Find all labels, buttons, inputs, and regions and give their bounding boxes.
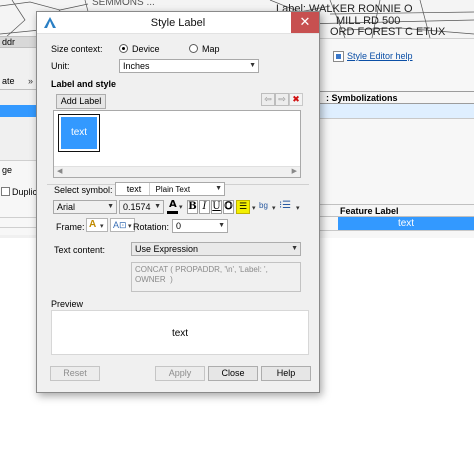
map-label: ORD FOREST C ETUX	[330, 26, 446, 38]
duplicate-icon[interactable]	[1, 187, 10, 196]
preview-label: Preview	[51, 299, 84, 309]
font-color-swatch	[167, 211, 178, 214]
size-context-map-radio[interactable]	[189, 44, 198, 53]
line-spacing-icon[interactable]: ⁝☰	[279, 200, 291, 211]
unit-label: Unit:	[51, 61, 70, 71]
divider	[320, 118, 474, 119]
preview-text: text	[171, 328, 189, 339]
style-editor-help-link[interactable]: Style Editor help	[347, 51, 413, 61]
outline-button[interactable]: O	[223, 200, 234, 214]
chevron-down-icon[interactable]: ▾	[296, 204, 300, 212]
dialog-title: Style Label	[150, 17, 206, 29]
help-book-icon	[333, 51, 344, 62]
duplicate-button-label[interactable]: Duplic	[12, 187, 37, 197]
chevron-down-icon: ▼	[154, 203, 161, 210]
align-center-icon[interactable]: ☰	[236, 200, 250, 214]
preview-area: text	[51, 310, 309, 355]
font-color-picker[interactable]: A ▾	[166, 199, 183, 215]
feature-label-value[interactable]: text	[338, 217, 474, 230]
scroll-right-icon[interactable]: ▶	[292, 167, 297, 177]
left-tab[interactable]: ddr	[0, 36, 36, 48]
frame-color-picker[interactable]: A ▾	[86, 218, 108, 232]
divider	[320, 38, 474, 39]
chevron-down-icon: ▼	[291, 245, 298, 252]
label-thumbnail[interactable]: text	[58, 114, 100, 152]
unit-select[interactable]: Inches ▼	[119, 59, 259, 73]
style-label-dialog: Style Label ✕ Size context: Device Map U…	[36, 11, 320, 393]
left-panel-item: ge	[2, 165, 13, 175]
chevron-down-icon: ▼	[215, 185, 222, 192]
map-label: SEMMONS ...	[92, 0, 155, 8]
feature-label-header: Feature Label	[320, 204, 474, 217]
underline-button[interactable]: U	[211, 200, 222, 214]
move-right-icon[interactable]: ⇨	[275, 93, 289, 106]
reset-button[interactable]: Reset	[50, 366, 100, 381]
italic-button[interactable]: I	[199, 200, 210, 214]
move-left-icon[interactable]: ⇦	[261, 93, 275, 106]
select-symbol-combo[interactable]: text Plain Text ▼	[115, 182, 225, 196]
chevron-down-icon: ▾	[100, 223, 104, 230]
close-button[interactable]: Close	[208, 366, 258, 381]
divider	[0, 227, 36, 228]
frame-style-picker[interactable]: A⊡ ▾	[110, 218, 135, 232]
chevron-down-icon: ▼	[218, 222, 225, 229]
expression-textarea[interactable]: CONCAT ( PROPADDR, '\n', 'Label: ', OWNE…	[131, 262, 301, 292]
text-content-mode-select[interactable]: Use Expression ▼	[131, 242, 301, 256]
select-symbol-label: Select symbol:	[54, 185, 113, 195]
font-family-select[interactable]: Arial ▼	[53, 200, 117, 214]
symbolizations-header: : Symbolizations	[320, 91, 474, 104]
font-size-select[interactable]: 0.1574 ▼	[119, 200, 164, 214]
rotation-input[interactable]: 0 ▼	[172, 219, 228, 233]
chevron-down-icon: ▼	[249, 62, 256, 69]
chevron-down-icon: ▾	[179, 204, 183, 211]
scroll-left-icon[interactable]: ◀	[57, 167, 62, 177]
left-panel-lower: ge Duplic	[0, 160, 37, 235]
label-list-scrollbar[interactable]: ◀ ▶	[54, 166, 300, 177]
size-context-label: Size context:	[51, 44, 103, 54]
dialog-titlebar[interactable]: Style Label ✕	[37, 12, 319, 34]
frame-style-icon: A⊡	[113, 220, 127, 230]
size-context-map-label[interactable]: Map	[202, 44, 220, 54]
chevron-down-icon: ▾	[128, 223, 132, 230]
label-list[interactable]: text ◀ ▶	[53, 110, 301, 178]
frame-color-icon: A	[89, 219, 97, 230]
label-and-style-title: Label and style	[51, 79, 117, 89]
chevron-down-icon[interactable]: ▾	[252, 204, 256, 212]
divider	[320, 230, 474, 231]
chevron-right-icon[interactable]: »	[28, 76, 33, 86]
size-context-device-radio[interactable]	[119, 44, 128, 53]
text-content-label: Text content:	[54, 245, 106, 255]
background-color-button[interactable]: bg	[259, 201, 268, 210]
rotation-label: Rotation:	[133, 222, 170, 232]
close-icon[interactable]: ✕	[291, 12, 319, 33]
font-color-icon: A	[169, 199, 177, 210]
divider	[0, 217, 36, 218]
left-panel-item: ate	[2, 76, 15, 86]
chevron-down-icon[interactable]: ▾	[272, 204, 276, 212]
delete-icon[interactable]: ✖	[289, 93, 303, 106]
help-button[interactable]: Help	[261, 366, 311, 381]
apply-button[interactable]: Apply	[155, 366, 205, 381]
add-label-button[interactable]: Add Label	[56, 94, 106, 109]
frame-label: Frame:	[56, 222, 85, 232]
symbolization-selected-row[interactable]	[320, 104, 474, 118]
chevron-down-icon: ▼	[107, 203, 114, 210]
bold-button[interactable]: B	[187, 200, 198, 214]
size-context-device-label[interactable]: Device	[132, 44, 160, 54]
left-selected-row[interactable]	[0, 105, 36, 117]
divider	[0, 89, 36, 90]
